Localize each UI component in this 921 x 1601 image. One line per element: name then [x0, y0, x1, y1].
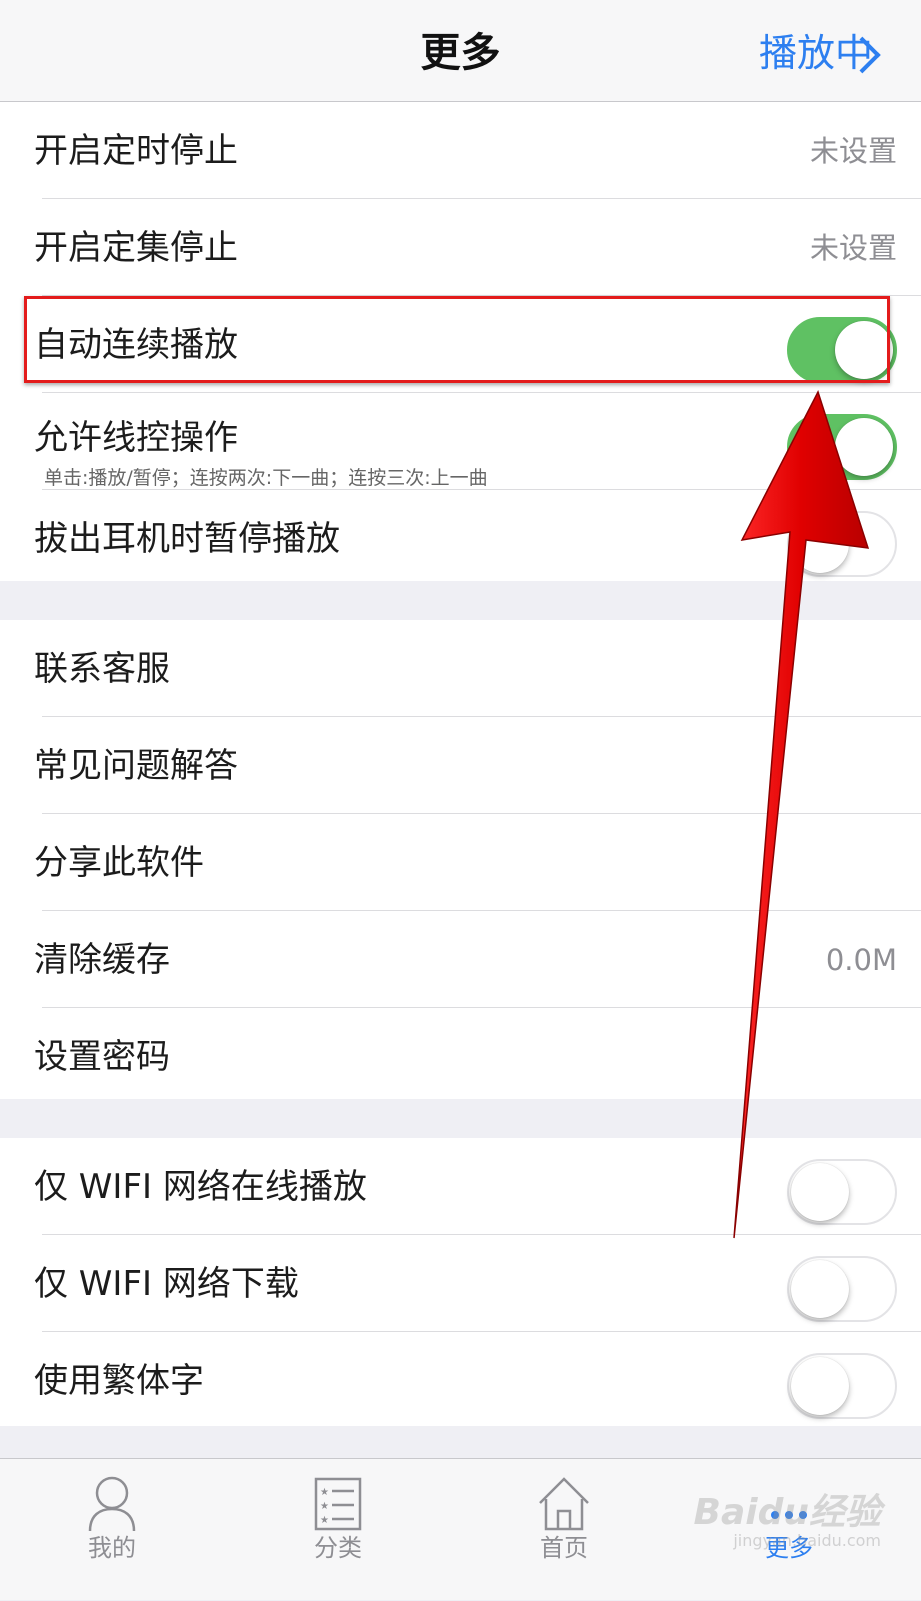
share-app-row[interactable]: 分享此软件 [0, 814, 921, 911]
svg-text:★: ★ [320, 1515, 329, 1526]
tab-mine-label: 我的 [88, 1534, 136, 1562]
baidu-watermark: Baidu经验 [693, 1492, 881, 1533]
tab-home[interactable]: 首页 [489, 1459, 639, 1601]
tab-home-label: 首页 [540, 1534, 588, 1562]
autoplay-label: 自动连续播放 [34, 325, 238, 365]
tab-mine[interactable]: 我的 [37, 1459, 187, 1601]
list-icon: ★ ★ ★ [314, 1477, 362, 1531]
timer-stop-row[interactable]: 开启定时停止 未设置 [0, 102, 921, 199]
timer-stop-label: 开启定时停止 [34, 131, 238, 171]
svg-text:★: ★ [320, 1501, 329, 1512]
remote-control-row: 允许线控操作 单击:播放/暂停；连按两次:下一曲；连按三次:上一曲 [0, 393, 921, 490]
episode-stop-row[interactable]: 开启定集停止 未设置 [0, 199, 921, 296]
toggle-knob [791, 515, 849, 573]
contact-service-row[interactable]: 联系客服 [0, 620, 921, 717]
remote-control-toggle[interactable] [787, 414, 897, 480]
clear-cache-row[interactable]: 清除缓存 0.0M [0, 911, 921, 1008]
clear-cache-label: 清除缓存 [34, 940, 170, 980]
wifi-stream-toggle[interactable] [787, 1159, 897, 1225]
wifi-download-toggle[interactable] [787, 1256, 897, 1322]
traditional-chinese-toggle[interactable] [787, 1353, 897, 1419]
set-password-label: 设置密码 [34, 1037, 170, 1077]
wifi-download-label: 仅 WIFI 网络下载 [34, 1264, 299, 1304]
toggle-knob [791, 1260, 849, 1318]
episode-stop-label: 开启定集停止 [34, 228, 238, 268]
watermark-url: jingyan.baidu.com [733, 1531, 881, 1550]
episode-stop-value: 未设置 [809, 231, 897, 265]
home-icon [539, 1477, 589, 1531]
headphone-pause-row: 拔出耳机时暂停播放 [0, 490, 921, 587]
tab-category-label: 分类 [314, 1534, 362, 1562]
toggle-knob [791, 1163, 849, 1221]
autoplay-toggle[interactable] [787, 317, 897, 383]
svg-text:★: ★ [320, 1487, 329, 1498]
cache-size-value: 0.0M [825, 943, 897, 977]
wifi-stream-label: 仅 WIFI 网络在线播放 [34, 1167, 367, 1207]
tab-bar: 我的 ★ ★ ★ 分类 首页 更多 Baidu经验 jingyan.baidu.… [0, 1458, 921, 1600]
traditional-chinese-label: 使用繁体字 [34, 1361, 204, 1401]
playback-settings-group: 开启定时停止 未设置 开启定集停止 未设置 自动连续播放 允许线控操作 单击:播… [0, 102, 921, 581]
headphone-pause-label: 拔出耳机时暂停播放 [34, 519, 340, 559]
share-app-label: 分享此软件 [34, 843, 204, 883]
timer-stop-value: 未设置 [809, 134, 897, 168]
toggle-knob [835, 418, 893, 476]
tab-category[interactable]: ★ ★ ★ 分类 [263, 1459, 413, 1601]
person-icon [88, 1476, 136, 1532]
autoplay-row: 自动连续播放 [0, 296, 921, 393]
wifi-download-row: 仅 WIFI 网络下载 [0, 1235, 921, 1332]
wifi-stream-row: 仅 WIFI 网络在线播放 [0, 1138, 921, 1235]
headphone-pause-toggle[interactable] [787, 511, 897, 577]
support-group: 联系客服 常见问题解答 分享此软件 清除缓存 0.0M 设置密码 [0, 620, 921, 1099]
network-group: 仅 WIFI 网络在线播放 仅 WIFI 网络下载 使用繁体字 [0, 1138, 921, 1426]
traditional-chinese-row: 使用繁体字 [0, 1332, 921, 1429]
faq-label: 常见问题解答 [34, 746, 238, 786]
faq-row[interactable]: 常见问题解答 [0, 717, 921, 814]
nav-bar: 更多 播放中 [0, 0, 921, 102]
contact-service-label: 联系客服 [34, 649, 170, 689]
set-password-row[interactable]: 设置密码 [0, 1008, 921, 1105]
toggle-knob [791, 1357, 849, 1415]
toggle-knob [835, 321, 893, 379]
remote-control-hint: 单击:播放/暂停；连按两次:下一曲；连按三次:上一曲 [44, 467, 488, 489]
